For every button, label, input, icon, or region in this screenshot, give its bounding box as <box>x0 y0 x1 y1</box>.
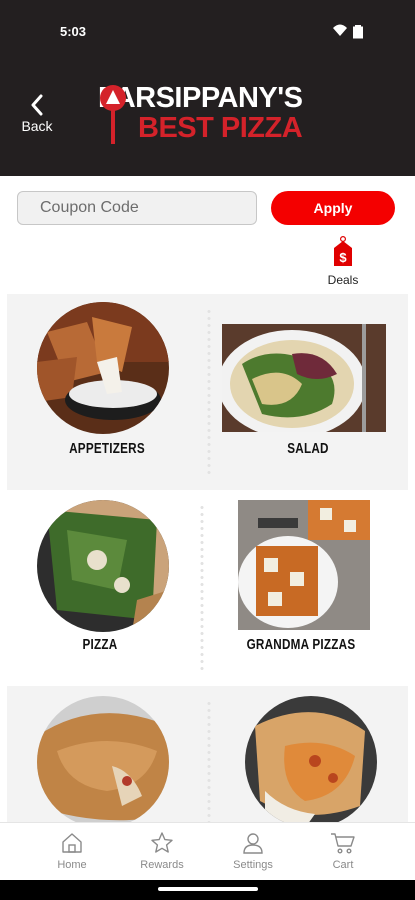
user-icon <box>243 833 263 854</box>
star-icon <box>151 832 173 853</box>
logo-line2: BEST PIZZA <box>138 112 303 144</box>
category-label: SALAD <box>287 440 329 457</box>
nav-home[interactable]: Home <box>37 831 107 871</box>
category-row: APPETIZERS SALAD <box>7 294 408 490</box>
category-row: PIZZA GRANDMA PIZZAS <box>0 490 415 686</box>
back-button[interactable]: Back <box>16 94 58 138</box>
brand-logo: PARSIPPANY'S BEST PIZZA <box>98 82 318 146</box>
category-label: GRANDMA PIZZAS <box>246 636 356 653</box>
status-bar: 5:03 <box>0 0 415 62</box>
chevron-left-icon <box>31 94 43 116</box>
pizza-image <box>37 500 169 632</box>
nav-settings[interactable]: Settings <box>218 831 288 871</box>
coupon-code-input[interactable] <box>17 191 257 225</box>
category-appetizers[interactable]: APPETIZERS <box>7 294 207 490</box>
battery-icon <box>353 25 363 39</box>
status-time: 5:03 <box>60 24 87 39</box>
category-salad[interactable]: SALAD <box>208 294 408 490</box>
apply-button[interactable]: Apply <box>271 191 395 225</box>
stromboli-image <box>245 696 377 824</box>
appetizers-image <box>37 302 169 434</box>
svg-text:$: $ <box>339 250 347 265</box>
category-row <box>7 686 408 824</box>
home-indicator[interactable] <box>158 887 258 891</box>
nav-cart-label: Cart <box>332 859 354 871</box>
category-grid: APPETIZERS SALAD PIZZA GRANDMA PIZZAS <box>0 294 415 824</box>
nav-home-label: Home <box>57 859 87 871</box>
back-label: Back <box>21 118 53 134</box>
home-icon <box>62 833 82 853</box>
nav-settings-label: Settings <box>233 859 273 871</box>
grandma-pizza-image <box>238 500 370 630</box>
category-grandma-pizzas[interactable]: GRANDMA PIZZAS <box>201 490 401 686</box>
category-label: PIZZA <box>82 636 118 653</box>
deals-button[interactable]: $ Deals <box>322 236 364 288</box>
deals-label: Deals <box>327 273 359 287</box>
nav-rewards-label: Rewards <box>140 859 184 871</box>
nav-rewards[interactable]: Rewards <box>127 831 197 871</box>
category-pizza[interactable]: PIZZA <box>0 490 200 686</box>
nav-cart[interactable]: Cart <box>308 831 378 871</box>
category-calzone[interactable] <box>7 686 207 824</box>
cart-icon <box>331 833 355 854</box>
category-stromboli[interactable] <box>208 686 408 824</box>
status-icons <box>333 24 363 39</box>
app-header: Back PARSIPPANY'S BEST PIZZA <box>0 62 415 176</box>
price-tag-icon: $ <box>334 236 352 266</box>
category-label: APPETIZERS <box>69 440 145 457</box>
logo-line1: PARSIPPANY'S <box>98 82 303 114</box>
bottom-navigation: Home Rewards Settings Cart <box>0 822 415 880</box>
pizza-pin-icon <box>100 85 126 144</box>
calzone-image <box>37 696 169 824</box>
salad-image <box>222 324 386 432</box>
wifi-icon <box>333 24 347 36</box>
